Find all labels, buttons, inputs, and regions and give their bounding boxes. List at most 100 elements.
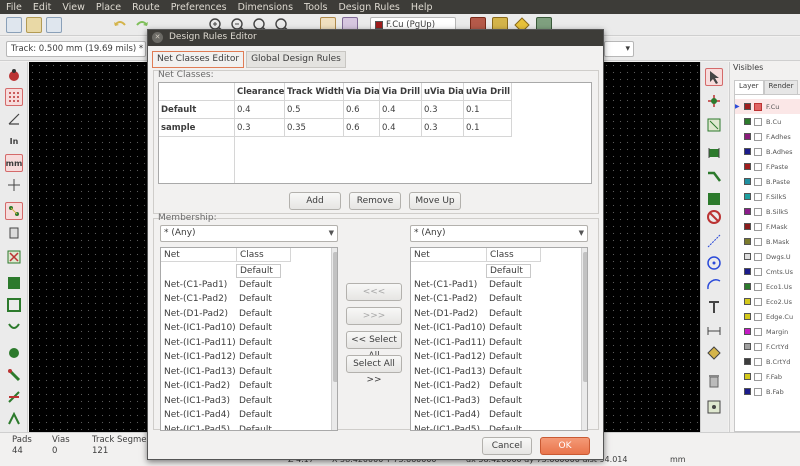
right-list-scrollbar[interactable] (581, 248, 587, 430)
cell-default-via-drill[interactable]: 0.4 (380, 101, 422, 119)
high-contrast-icon[interactable] (5, 388, 23, 406)
layer-row[interactable]: B.Cu (735, 114, 800, 129)
layer-row[interactable]: Eco1.Us (735, 279, 800, 294)
layer-row[interactable]: B.Adhes (735, 144, 800, 159)
layer-color-swatch[interactable] (744, 148, 751, 155)
net-row[interactable]: Net-(C1-Pad1) Default (411, 278, 587, 293)
net-row[interactable]: Net-(D1-Pad2) Default (411, 307, 587, 322)
add-button[interactable]: Add (289, 192, 341, 210)
layer-color-swatch[interactable] (744, 223, 751, 230)
layer-row[interactable]: F.SilkS (735, 189, 800, 204)
layer-color-swatch[interactable] (744, 253, 751, 260)
layer-color-swatch[interactable] (744, 268, 751, 275)
layer-visibility-checkbox[interactable] (754, 132, 762, 141)
net-row[interactable]: Net-(IC1-Pad2) Default (161, 379, 337, 394)
layer-color-swatch[interactable] (744, 238, 751, 245)
add-via-icon[interactable] (705, 190, 723, 208)
left-class-filter[interactable]: * (Any) ▼ (160, 225, 338, 242)
add-dimension-icon[interactable] (705, 322, 723, 340)
grid-select[interactable]: ▾ (604, 41, 634, 57)
net-classes-grid[interactable]: Clearance Track Width Via Dia Via Drill … (158, 82, 592, 184)
layer-color-swatch[interactable] (744, 193, 751, 200)
tab-global-design-rules[interactable]: Global Design Rules (246, 51, 346, 68)
layer-row[interactable]: Eco2.Us (735, 294, 800, 309)
layer-color-swatch[interactable] (744, 298, 751, 305)
layer-row[interactable]: B.Fab (735, 384, 800, 399)
layer-visibility-checkbox[interactable] (754, 192, 762, 201)
layer-color-swatch[interactable] (744, 328, 751, 335)
pad-sketch-icon[interactable] (5, 318, 23, 336)
layer-visibility-checkbox[interactable] (754, 102, 762, 111)
layer-row[interactable]: F.Paste (735, 159, 800, 174)
net-row[interactable]: Net-(IC1-Pad10) Default (411, 321, 587, 336)
layer-visibility-checkbox[interactable] (754, 147, 762, 156)
layer-row[interactable]: Cmts.Us (735, 264, 800, 279)
cursor-shape-icon[interactable] (5, 176, 23, 194)
layer-color-swatch[interactable] (744, 163, 751, 170)
net-row[interactable]: Net-(IC1-Pad3) Default (161, 394, 337, 409)
layer-row[interactable]: B.Paste (735, 174, 800, 189)
layer-visibility-checkbox[interactable] (754, 177, 762, 186)
layer-row[interactable]: ▶ F.Cu (735, 99, 800, 114)
drc-marker-icon[interactable] (5, 66, 23, 84)
layer-row[interactable]: B.Mask (735, 234, 800, 249)
net-row[interactable]: Net-(IC1-Pad13) Default (411, 365, 587, 380)
net-row[interactable]: Net-(IC1-Pad12) Default (411, 350, 587, 365)
set-origin-icon[interactable] (705, 398, 723, 416)
net-row[interactable]: Net-(C1-Pad1) Default (161, 278, 337, 293)
add-keepout-icon[interactable] (705, 208, 723, 226)
cell-sample-via-drill[interactable]: 0.4 (380, 119, 422, 137)
cell-default-uvia-drill[interactable]: 0.1 (464, 101, 512, 119)
layer-visibility-checkbox[interactable] (754, 327, 762, 336)
add-track-icon[interactable] (705, 168, 723, 186)
layer-row[interactable]: F.Fab (735, 369, 800, 384)
net-row[interactable]: Net-(IC1-Pad2) Default (411, 379, 587, 394)
move-up-button[interactable]: Move Up (409, 192, 461, 210)
layer-visibility-checkbox[interactable] (754, 117, 762, 126)
add-target-icon[interactable] (705, 344, 723, 362)
cell-sample-clearance[interactable]: 0.3 (235, 119, 285, 137)
cell-sample-uvia-drill[interactable]: 0.1 (464, 119, 512, 137)
layer-row[interactable]: Margin (735, 324, 800, 339)
layer-visibility-checkbox[interactable] (754, 267, 762, 276)
layer-row[interactable]: Dwgs.U (735, 249, 800, 264)
units-mm-icon[interactable]: mm (5, 154, 23, 172)
net-row[interactable]: Net-(IC1-Pad13) Default (161, 365, 337, 380)
layer-visibility-checkbox[interactable] (754, 222, 762, 231)
layer-color-swatch[interactable] (744, 118, 751, 125)
menu-edit[interactable]: Edit (33, 2, 51, 13)
layer-visibility-checkbox[interactable] (754, 162, 762, 171)
move-right-button[interactable]: >>> (346, 307, 402, 325)
layer-row[interactable]: F.CrtYd (735, 339, 800, 354)
cancel-button[interactable]: Cancel (482, 437, 532, 455)
cell-default-track-width[interactable]: 0.5 (285, 101, 344, 119)
layer-visibility-checkbox[interactable] (754, 387, 762, 396)
track-sketch-icon[interactable] (5, 366, 23, 384)
menu-file[interactable]: File (6, 2, 22, 13)
layer-visibility-checkbox[interactable] (754, 237, 762, 246)
net-row[interactable]: Net-(IC1-Pad5) Default (161, 423, 337, 431)
layer-visibility-checkbox[interactable] (754, 252, 762, 261)
net-row[interactable]: Net-(IC1-Pad12) Default (161, 350, 337, 365)
open-board-icon[interactable] (26, 17, 42, 33)
net-row[interactable]: Net-(IC1-Pad5) Default (411, 423, 587, 431)
layer-color-swatch[interactable] (744, 133, 751, 140)
right-net-list[interactable]: Net Class Default Net-(C1-Pad1) Default Net… (410, 247, 588, 431)
layer-color-swatch[interactable] (744, 283, 751, 290)
layer-row[interactable]: B.SilkS (735, 204, 800, 219)
net-row[interactable]: Net-(IC1-Pad3) Default (411, 394, 587, 409)
layer-visibility-checkbox[interactable] (754, 297, 762, 306)
layer-color-swatch[interactable] (744, 388, 751, 395)
net-row[interactable]: Net-(IC1-Pad4) Default (161, 408, 337, 423)
layer-visibility-checkbox[interactable] (754, 207, 762, 216)
layer-color-swatch[interactable] (744, 373, 751, 380)
select-arrow-icon[interactable] (705, 68, 723, 86)
microwave-icon[interactable] (5, 410, 23, 428)
menu-design-rules[interactable]: Design Rules (338, 2, 399, 13)
ok-button[interactable]: OK (540, 437, 590, 455)
layer-visibility-checkbox[interactable] (754, 342, 762, 351)
net-row[interactable]: Net-(IC1-Pad11) Default (161, 336, 337, 351)
right-class-filter[interactable]: * (Any) ▼ (410, 225, 588, 242)
save-board-icon[interactable] (46, 17, 62, 33)
via-sketch-icon[interactable] (5, 344, 23, 362)
